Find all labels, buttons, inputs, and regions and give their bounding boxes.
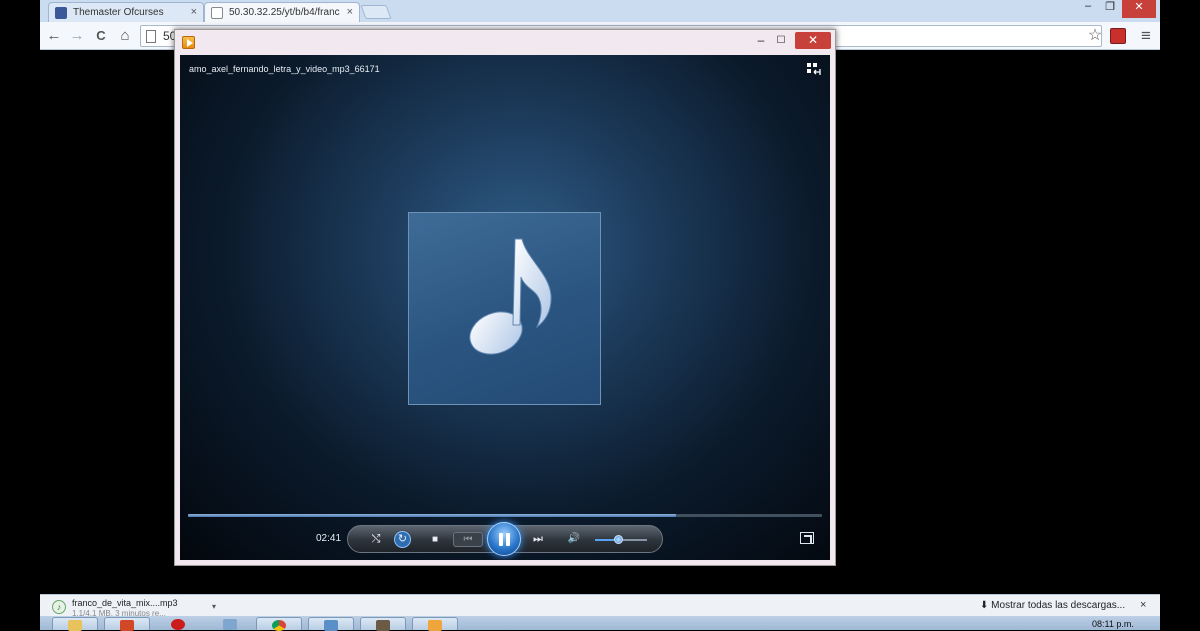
opera-icon [171, 619, 185, 630]
restore-button[interactable]: ❐ [1100, 0, 1120, 18]
taskbar-powerpoint[interactable] [104, 617, 150, 631]
playback-controls: ⤭ ↻ ■ ⏮ ⏭ 🔊 [347, 522, 663, 556]
volume-knob[interactable] [614, 535, 624, 544]
previous-icon: ⏮ [463, 534, 473, 545]
tab-close-icon[interactable]: × [347, 6, 353, 18]
minimize-button[interactable]: – [1078, 0, 1098, 18]
pause-icon [499, 533, 503, 546]
next-icon: ⏭ [533, 533, 543, 545]
next-button[interactable]: ⏭ [526, 532, 550, 547]
reload-icon[interactable]: C [91, 26, 111, 46]
previous-button[interactable]: ⏮ [453, 532, 483, 547]
media-title: amo_axel_fernando_letra_y_video_mp3_6617… [189, 64, 380, 74]
close-shelf-icon[interactable]: × [1140, 599, 1146, 611]
volume-icon[interactable]: 🔊 [566, 531, 582, 547]
seek-progress [188, 514, 677, 517]
close-button[interactable]: ✕ [1122, 0, 1156, 18]
download-filename: franco_de_vita_mix....mp3 [72, 598, 178, 608]
folder-icon [68, 620, 82, 631]
taskbar-opera[interactable] [156, 617, 202, 630]
stop-icon[interactable]: ■ [428, 532, 442, 548]
media-player-icon [428, 620, 442, 631]
show-all-label: Mostrar todas las descargas... [991, 600, 1126, 611]
control-panel-icon [324, 620, 338, 631]
tab-label: 50.30.32.25/yt/b/b4/franc [229, 7, 340, 18]
tab-label: Themaster Ofcurses [73, 7, 164, 18]
download-shelf: ♪ franco_de_vita_mix....mp3 1,1/4,1 MB, … [40, 594, 1160, 618]
taskbar-control-panel[interactable] [308, 617, 354, 631]
now-playing-area: amo_axel_fernando_letra_y_video_mp3_6617… [180, 55, 830, 560]
chrome-icon [272, 620, 286, 631]
facebook-icon [55, 7, 67, 19]
taskbar-explorer[interactable] [52, 617, 98, 631]
player-minimize-button[interactable]: – [753, 32, 769, 49]
bookmark-star-icon[interactable]: ☆ [1085, 26, 1105, 46]
forward-icon[interactable]: → [67, 26, 87, 46]
album-art-placeholder [408, 212, 601, 405]
windows-taskbar: 08:11 p.m. [40, 616, 1160, 631]
menu-icon[interactable]: ≡ [1136, 26, 1156, 46]
pause-icon [506, 533, 510, 546]
volume-slider[interactable] [595, 535, 647, 544]
player-close-button[interactable]: ✕ [795, 32, 831, 49]
taskbar-media-player[interactable] [412, 617, 458, 631]
extension-icon[interactable] [1110, 28, 1126, 44]
elapsed-time: 02:41 [316, 533, 342, 544]
pause-button[interactable] [487, 522, 521, 556]
fullscreen-icon[interactable] [800, 532, 814, 544]
show-all-downloads-link[interactable]: ⬇ Mostrar todas las descargas... [980, 600, 1125, 611]
system-clock[interactable]: 08:11 p.m. [1092, 619, 1134, 629]
chevron-down-icon[interactable]: ▾ [212, 602, 216, 611]
tab-strip: Themaster Ofcurses × 50.30.32.25/yt/b/b4… [40, 0, 1160, 22]
home-icon[interactable]: ⌂ [115, 26, 135, 46]
taskbar-media-center[interactable] [208, 617, 254, 630]
media-player-icon [182, 36, 195, 49]
switch-to-library-icon[interactable] [806, 62, 821, 76]
download-item[interactable]: ♪ franco_de_vita_mix....mp3 1,1/4,1 MB, … [50, 597, 216, 618]
tab-media-url[interactable]: 50.30.32.25/yt/b/b4/franc × [204, 2, 360, 22]
tab-themaster[interactable]: Themaster Ofcurses × [48, 2, 204, 22]
media-player-window: – ☐ ✕ amo_axel_fernando_letra_y_video_mp… [174, 29, 836, 566]
audio-file-icon: ♪ [52, 600, 66, 614]
new-tab-button[interactable] [360, 5, 392, 19]
taskbar-chrome[interactable] [256, 617, 302, 631]
media-center-icon [223, 619, 237, 630]
player-maximize-button[interactable]: ☐ [773, 32, 789, 49]
page-icon [211, 7, 223, 19]
powerpoint-icon [120, 620, 134, 631]
page-icon [146, 30, 156, 43]
taskbar-gimp[interactable] [360, 617, 406, 631]
seek-bar[interactable] [188, 514, 822, 517]
shuffle-icon[interactable]: ⤭ [368, 531, 384, 547]
player-titlebar[interactable]: – ☐ ✕ [175, 30, 835, 54]
back-icon[interactable]: ← [44, 26, 64, 46]
repeat-icon[interactable]: ↻ [394, 531, 411, 548]
tab-close-icon[interactable]: × [191, 6, 197, 18]
music-note-icon [469, 238, 552, 355]
gimp-icon [376, 620, 390, 631]
